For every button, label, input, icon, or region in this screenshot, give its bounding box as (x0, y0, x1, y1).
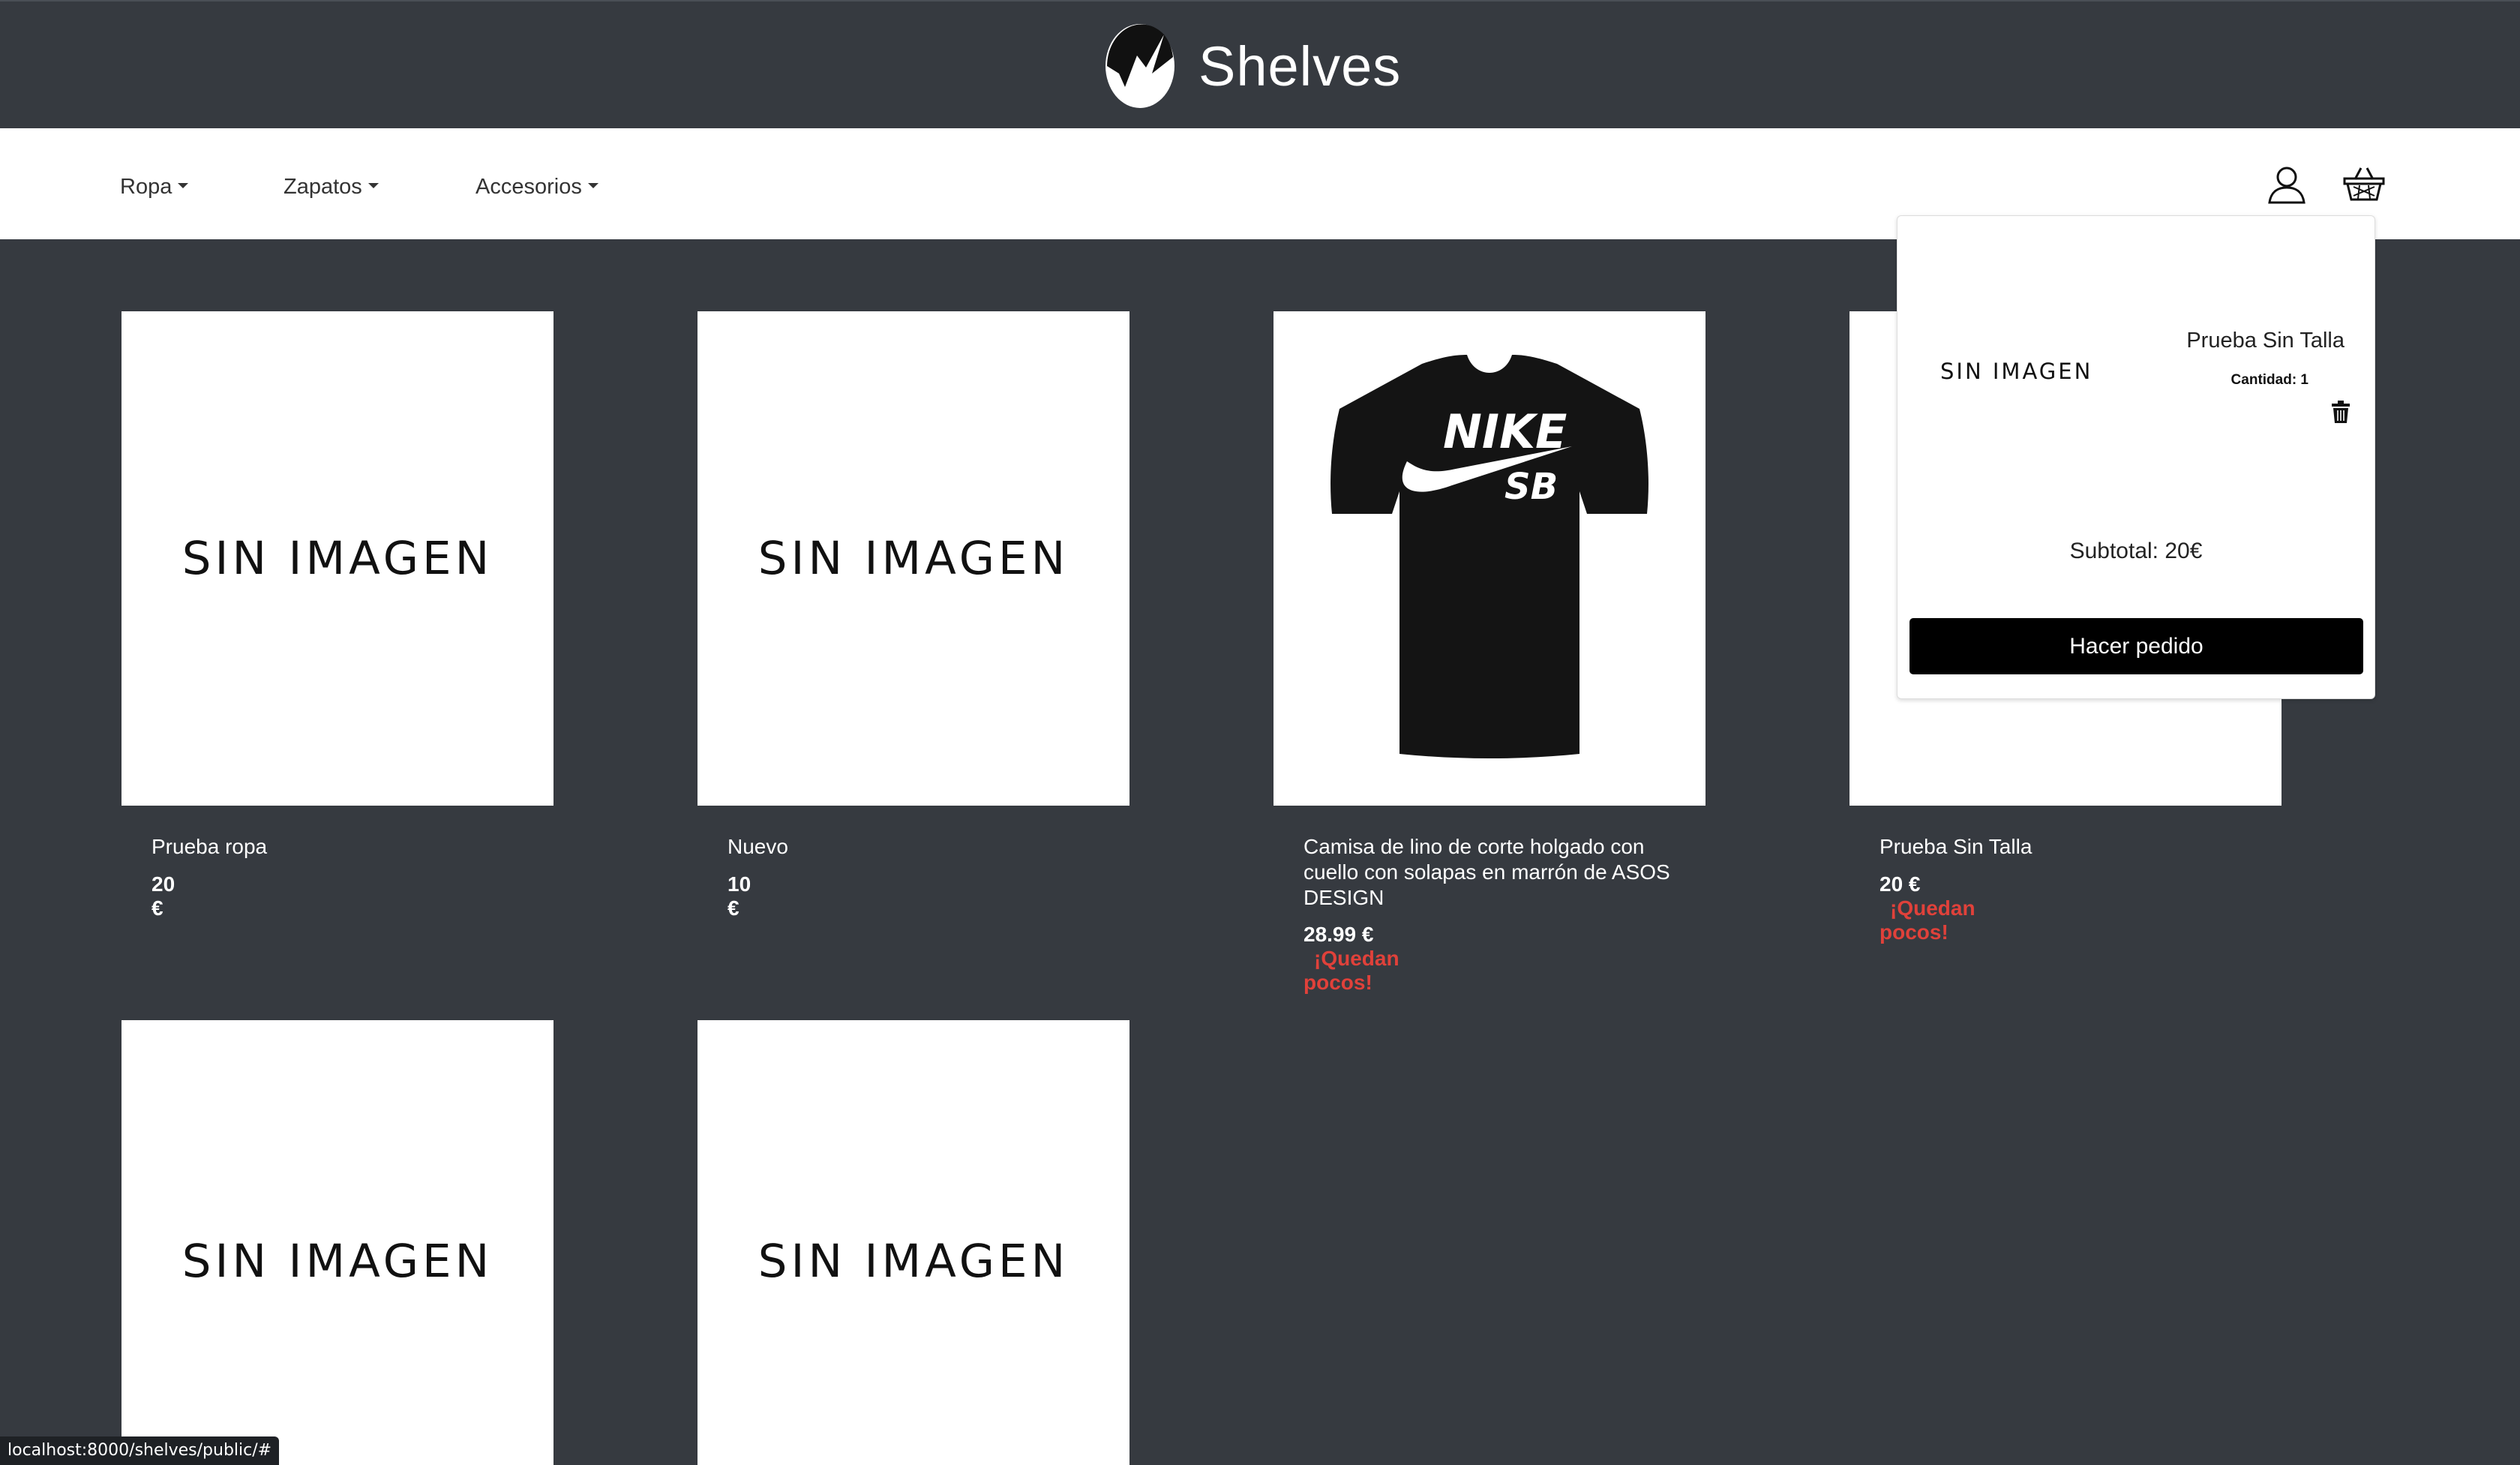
product-price-row: 20 € (152, 872, 175, 920)
product-price-row: 20 €¡Quedan pocos! (1880, 872, 1976, 944)
cart-item-name[interactable]: Prueba Sin Talla (2186, 329, 2344, 353)
product-title[interactable]: Nuevo (728, 834, 1102, 860)
product-image[interactable]: NIKE SB (1274, 311, 1706, 806)
brand-name: Shelves (1198, 35, 1402, 98)
cart-item-quantity: Cantidad: 1 (2230, 372, 2308, 388)
product-price: 20 € (1880, 872, 1921, 896)
checkout-button[interactable]: Hacer pedido (1910, 618, 2363, 674)
caret-down-icon (178, 183, 189, 188)
product-price-row: 10 € (728, 872, 751, 920)
nav-dropdown-zapatos[interactable]: Zapatos (284, 175, 379, 200)
product-price: 20 € (152, 872, 176, 920)
tshirt-print-sb: SB (1504, 466, 1558, 508)
nav-label: Ropa (120, 175, 172, 199)
product-title[interactable]: Prueba ropa (152, 834, 526, 860)
cart-subtotal: Subtotal: 20€ (2069, 539, 2203, 563)
caret-down-icon (587, 183, 598, 188)
no-image-placeholder: SIN IMAGEN (758, 1235, 1070, 1288)
no-image-placeholder: SIN IMAGEN (182, 1235, 494, 1288)
no-image-placeholder: SIN IMAGEN (758, 532, 1070, 585)
brand-logo-icon (1106, 24, 1174, 108)
cart-dropdown: SIN IMAGEN Prueba Sin Talla Cantidad: 1 … (1897, 215, 2375, 699)
low-stock-badge: ¡Quedan pocos! (1304, 947, 1400, 994)
no-image-placeholder: SIN IMAGEN (182, 532, 494, 585)
nav-dropdown-accesorios[interactable]: Accesorios (476, 175, 598, 200)
product-price-row: 28.99 €¡Quedan pocos! (1304, 923, 1400, 995)
user-icon[interactable] (2266, 164, 2307, 205)
low-stock-badge: ¡Quedan pocos! (1880, 896, 1976, 944)
product-image[interactable]: SIN IMAGEN (122, 311, 554, 806)
product-image[interactable]: SIN IMAGEN (698, 311, 1130, 806)
tshirt-print-nike: NIKE (1443, 404, 1567, 459)
nav-dropdown-ropa[interactable]: Ropa (120, 175, 189, 200)
trash-icon[interactable] (2331, 400, 2350, 424)
product-title[interactable]: Camisa de lino de corte holgado con cuel… (1304, 834, 1694, 911)
product-image[interactable]: SIN IMAGEN (122, 1020, 554, 1465)
product-image[interactable]: SIN IMAGEN (698, 1020, 1130, 1465)
nav-label: Zapatos (284, 175, 362, 199)
nav-label: Accesorios (476, 175, 582, 199)
cart-item-image-placeholder: SIN IMAGEN (1940, 359, 2093, 384)
basket-icon[interactable] (2343, 166, 2385, 202)
product-title[interactable]: Prueba Sin Talla (1880, 834, 2254, 860)
caret-down-icon (368, 183, 379, 188)
product-price: 28.99 € (1304, 923, 1374, 946)
header-bar: Shelves (0, 0, 2520, 128)
status-url: localhost:8000/shelves/public/# (0, 1436, 280, 1465)
brand-logo-link[interactable]: Shelves (1102, 21, 1401, 111)
product-price: 10 € (728, 872, 752, 920)
tshirt-image: NIKE SB (1330, 354, 1648, 758)
